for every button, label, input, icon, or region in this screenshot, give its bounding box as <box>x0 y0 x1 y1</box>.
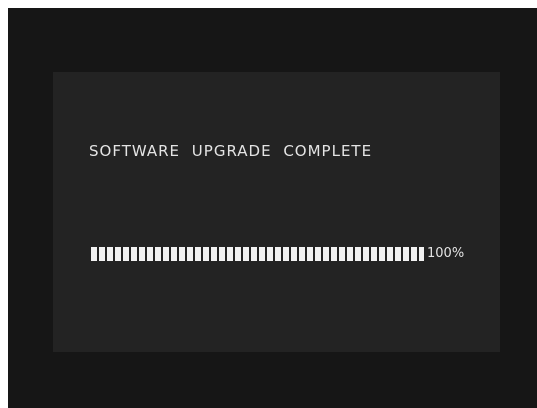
progress-percent-label: 100% <box>427 246 465 261</box>
tv-screen: SOFTWARE UPGRADE COMPLETE 100% <box>8 8 537 408</box>
progress-segment <box>419 247 424 261</box>
upgrade-progress: 100% <box>91 247 464 261</box>
progress-segment <box>243 247 249 261</box>
progress-segment <box>155 247 161 261</box>
progress-segment <box>179 247 185 261</box>
progress-segment <box>283 247 289 261</box>
progress-segment <box>171 247 177 261</box>
progress-segment <box>235 247 241 261</box>
progress-segment <box>115 247 121 261</box>
upgrade-status-dialog: SOFTWARE UPGRADE COMPLETE 100% <box>53 72 500 352</box>
progress-segment <box>387 247 393 261</box>
progress-segment <box>187 247 193 261</box>
progress-segment <box>411 247 417 261</box>
progress-bar-track <box>91 247 424 261</box>
progress-bar-fill <box>91 247 424 261</box>
progress-segment <box>267 247 273 261</box>
progress-segment <box>315 247 321 261</box>
progress-segment <box>291 247 297 261</box>
progress-segment <box>331 247 337 261</box>
progress-segment <box>107 247 113 261</box>
progress-segment <box>395 247 401 261</box>
progress-segment <box>355 247 361 261</box>
progress-segment <box>347 247 353 261</box>
progress-segment <box>139 247 145 261</box>
progress-segment <box>403 247 409 261</box>
progress-segment <box>91 247 97 261</box>
progress-segment <box>363 247 369 261</box>
progress-segment <box>251 247 257 261</box>
progress-segment <box>299 247 305 261</box>
progress-segment <box>99 247 105 261</box>
progress-segment <box>323 247 329 261</box>
progress-segment <box>195 247 201 261</box>
progress-segment <box>339 247 345 261</box>
progress-segment <box>211 247 217 261</box>
progress-segment <box>227 247 233 261</box>
progress-segment <box>203 247 209 261</box>
progress-segment <box>371 247 377 261</box>
progress-segment <box>163 247 169 261</box>
progress-segment <box>147 247 153 261</box>
progress-segment <box>219 247 225 261</box>
progress-segment <box>379 247 385 261</box>
progress-segment <box>307 247 313 261</box>
upgrade-complete-message: SOFTWARE UPGRADE COMPLETE <box>89 142 373 160</box>
progress-segment <box>123 247 129 261</box>
progress-segment <box>131 247 137 261</box>
progress-segment <box>275 247 281 261</box>
progress-segment <box>259 247 265 261</box>
